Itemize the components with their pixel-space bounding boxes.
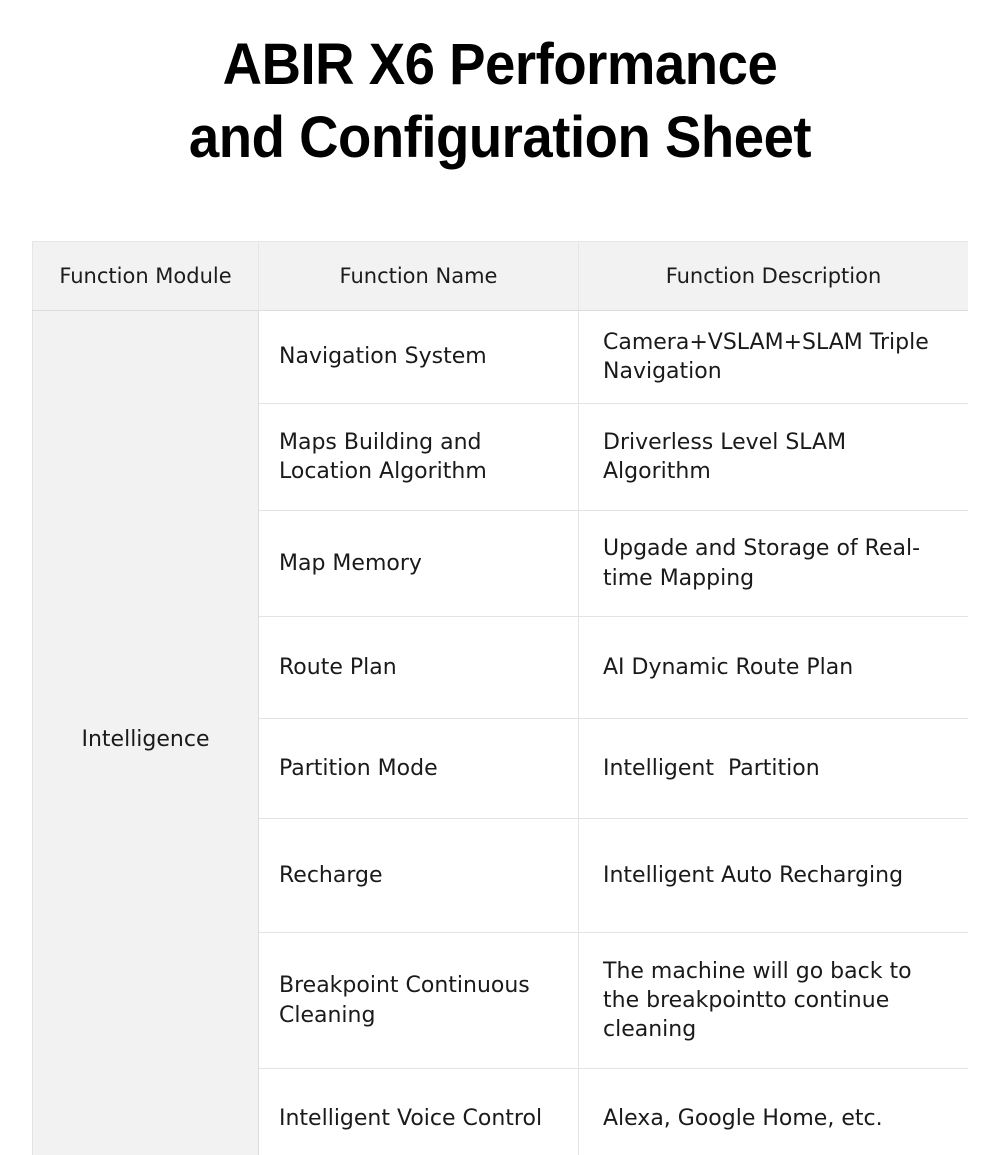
function-name-cell: Maps Building and Location Algorithm: [258, 403, 579, 511]
function-description-text: Upgade and Storage of Real-time Mapping: [603, 536, 921, 591]
table-header-row: Function Module Function Name Function D…: [32, 241, 968, 311]
function-description-text: Intelligent Partition: [603, 755, 820, 781]
page-title-line-1: ABIR X6 Performance: [222, 32, 778, 97]
function-name-text: Maps Building and Location Algorithm: [279, 429, 489, 484]
module-cell-intelligence: Intelligence: [32, 310, 259, 1155]
function-description-cell: Intelligent Partition: [578, 718, 968, 819]
function-description-text: Driverless Level SLAM Algorithm: [603, 429, 854, 484]
function-description-cell: Intelligent Auto Recharging: [578, 818, 968, 933]
function-name-text: Navigation System: [279, 344, 487, 370]
function-description-text: Alexa, Google Home, etc.: [603, 1106, 883, 1132]
function-name-cell: Partition Mode: [258, 718, 579, 819]
function-name-cell: Breakpoint Continuous Cleaning: [258, 932, 579, 1069]
function-name-cell: Intelligent Voice Control: [258, 1068, 579, 1155]
function-description-cell: The machine will go back to the breakpoi…: [578, 932, 968, 1069]
function-description-cell: Upgade and Storage of Real-time Mapping: [578, 510, 968, 617]
column-header-function-module: Function Module: [32, 241, 259, 311]
specification-table: Function Module Function Name Function D…: [32, 241, 968, 1155]
function-name-cell: Recharge: [258, 818, 579, 933]
function-description-cell: Alexa, Google Home, etc.: [578, 1068, 968, 1155]
function-description-text: Camera+VSLAM+SLAM Triple Navigation: [603, 329, 936, 384]
function-description-text: AI Dynamic Route Plan: [603, 654, 854, 680]
function-description-text: The machine will go back to the breakpoi…: [603, 958, 919, 1043]
column-header-function-name: Function Name: [258, 241, 579, 311]
function-name-text: Route Plan: [279, 654, 397, 680]
function-name-text: Recharge: [279, 862, 383, 888]
function-description-cell: Camera+VSLAM+SLAM Triple Navigation: [578, 310, 968, 404]
function-name-text: Breakpoint Continuous Cleaning: [279, 973, 537, 1028]
module-label: Intelligence: [81, 727, 210, 753]
page-title-line-2: and Configuration Sheet: [188, 105, 812, 171]
function-name-cell: Map Memory: [258, 510, 579, 617]
function-name-text: Intelligent Voice Control: [279, 1106, 543, 1132]
function-description-text: Intelligent Auto Recharging: [603, 862, 904, 888]
function-name-cell: Route Plan: [258, 616, 579, 719]
table-body: Intelligence Navigation System Camera+VS…: [32, 310, 968, 1155]
table-header: Function Module Function Name Function D…: [32, 241, 968, 311]
specification-table-container: Function Module Function Name Function D…: [32, 241, 968, 1155]
function-name-cell: Navigation System: [258, 310, 579, 404]
function-name-text: Map Memory: [279, 550, 422, 576]
function-description-cell: AI Dynamic Route Plan: [578, 616, 968, 719]
page-title: ABIR X6 Performance and Configuration Sh…: [30, 0, 970, 174]
function-description-cell: Driverless Level SLAM Algorithm: [578, 403, 968, 511]
table-row: Intelligence Navigation System Camera+VS…: [32, 310, 968, 1155]
column-header-function-description: Function Description: [578, 241, 968, 311]
function-name-text: Partition Mode: [279, 755, 438, 781]
